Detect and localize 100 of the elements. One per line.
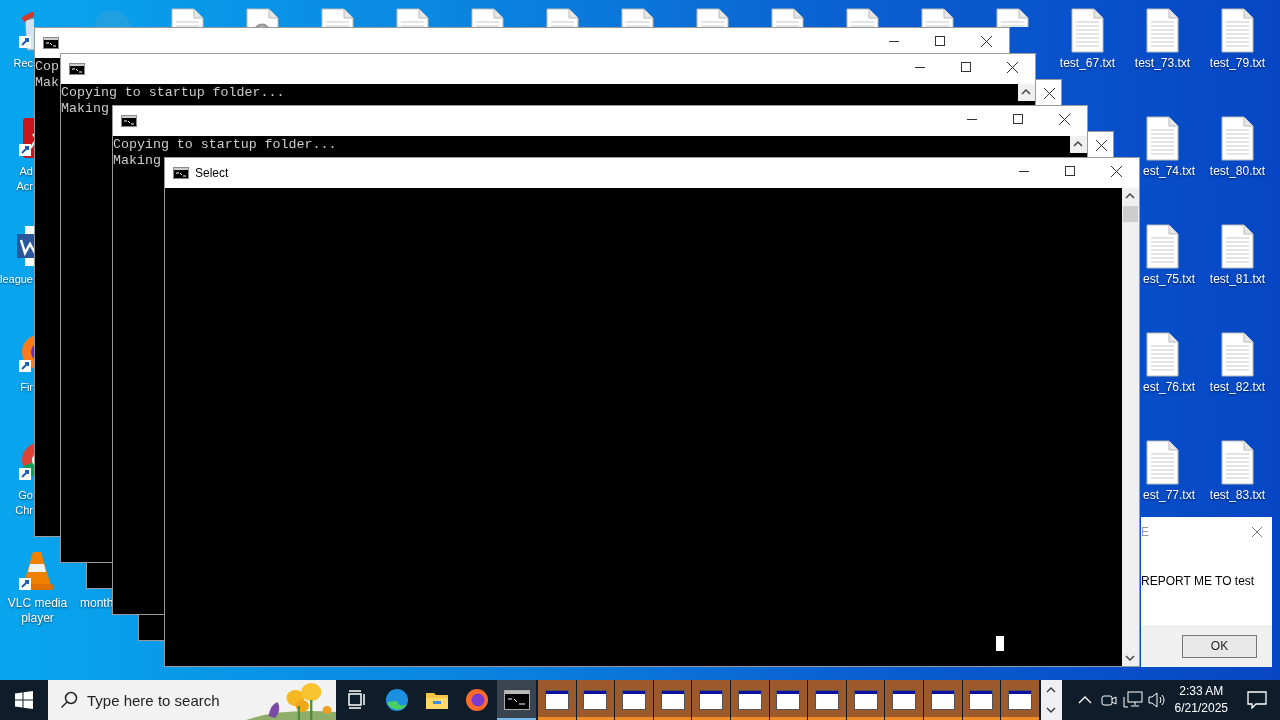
text-file-icon[interactable] — [1221, 440, 1254, 485]
window-button[interactable] — [1001, 680, 1039, 720]
folder-icon — [424, 690, 449, 710]
clock-button[interactable]: 2:33 AM 6/21/2025 — [1168, 680, 1234, 720]
icon-label: est_74.txt — [1142, 164, 1195, 179]
text-file-icon[interactable] — [1221, 332, 1254, 377]
window-button[interactable] — [538, 680, 576, 720]
text-file-icon[interactable] — [1071, 8, 1104, 53]
text-file-icon[interactable] — [1221, 8, 1254, 53]
window-button[interactable] — [692, 680, 730, 720]
scroll-up-icon[interactable] — [1018, 84, 1035, 101]
camera-icon — [1099, 692, 1118, 708]
icon-label: league — [0, 272, 33, 287]
icon-label: test_73.txt — [1133, 56, 1192, 71]
text-file-icon[interactable] — [1221, 224, 1254, 269]
window-button[interactable] — [885, 680, 923, 720]
text-file-icon[interactable] — [396, 8, 429, 27]
window-icon — [969, 690, 994, 710]
window-icon — [544, 690, 569, 710]
icon-label: est_76.txt — [1142, 380, 1195, 395]
window-button[interactable] — [962, 680, 1001, 720]
window-icon — [583, 690, 608, 710]
maximize-icon — [935, 36, 945, 46]
close-icon — [1095, 139, 1107, 151]
window-button[interactable] — [808, 680, 846, 720]
window-icon — [892, 690, 917, 710]
speech-bubble-icon — [1247, 691, 1267, 709]
task-view-icon — [346, 690, 367, 710]
icon-label: Go Chr — [15, 488, 33, 518]
icon-label: Fir — [20, 380, 33, 395]
window-icon — [622, 690, 646, 710]
settings-file-icon[interactable] — [246, 8, 279, 27]
console-line: Making — [61, 101, 109, 117]
console-button[interactable] — [497, 680, 536, 720]
scrollbar[interactable] — [1122, 188, 1139, 666]
browser-icon — [384, 688, 409, 712]
console-icon — [503, 690, 530, 710]
window-button[interactable] — [653, 680, 692, 720]
icon-label: Ad Acr — [16, 164, 33, 194]
icon-label: test_82.txt — [1208, 380, 1267, 395]
close-icon — [1251, 526, 1263, 538]
scroll-thumb[interactable] — [1123, 206, 1138, 222]
console-line: Copying to startup folder... — [61, 85, 285, 101]
window-icon — [699, 690, 724, 710]
text-file-icon[interactable] — [921, 8, 954, 27]
window-button[interactable] — [769, 680, 808, 720]
console-icon — [69, 63, 85, 75]
dialog-message: REPORT ME TO test — [1141, 574, 1256, 588]
close-icon — [980, 35, 992, 47]
network-icon — [1122, 691, 1143, 709]
close-icon — [1006, 61, 1018, 73]
dialog-title: E — [1141, 525, 1149, 539]
browser-icon — [464, 688, 489, 712]
text-file-icon[interactable] — [321, 8, 354, 27]
text-file-icon[interactable] — [1146, 332, 1179, 377]
text-file-icon[interactable] — [546, 8, 579, 27]
caret-down-icon — [1046, 707, 1057, 713]
window-button[interactable] — [846, 680, 885, 720]
console-line: Making — [113, 153, 161, 169]
window-icon — [660, 690, 685, 710]
text-file-icon[interactable] — [171, 8, 204, 27]
speaker-icon — [1146, 691, 1167, 709]
maximize-icon — [1013, 114, 1023, 124]
icon-label: test_81.txt — [1208, 272, 1267, 287]
text-file-icon[interactable] — [696, 8, 729, 27]
window-button[interactable] — [576, 680, 615, 720]
icon-label: VLC media player — [6, 596, 69, 626]
icon-label: test_67.txt — [1058, 56, 1117, 71]
window-button[interactable] — [615, 680, 653, 720]
console-line: Mak — [35, 75, 59, 91]
window-button[interactable] — [923, 680, 962, 720]
text-file-icon[interactable] — [771, 8, 804, 27]
icon-label: test_80.txt — [1208, 164, 1267, 179]
icon-label: test_83.txt — [1208, 488, 1267, 503]
chevron-up-icon — [1077, 696, 1092, 704]
text-file-icon[interactable] — [846, 8, 879, 27]
search-icon — [60, 691, 78, 709]
close-icon — [1058, 113, 1070, 125]
text-file-icon[interactable] — [1146, 116, 1179, 161]
text-file-icon[interactable] — [1146, 224, 1179, 269]
console-line: Copying to startup folder... — [113, 137, 337, 153]
text-file-icon[interactable] — [621, 8, 654, 27]
window-icon — [814, 690, 839, 710]
icon-label: test_79.txt — [1208, 56, 1267, 71]
icon-label: Rec — [13, 56, 33, 71]
console-icon — [121, 115, 137, 127]
ok-button[interactable]: OK — [1182, 634, 1257, 658]
text-file-icon[interactable] — [1146, 440, 1179, 485]
text-file-icon[interactable] — [471, 8, 504, 27]
window-icon — [737, 690, 762, 710]
text-file-icon[interactable] — [996, 8, 1029, 27]
maximize-icon — [1065, 166, 1075, 176]
window-icon — [776, 690, 801, 710]
window-button[interactable] — [730, 680, 769, 720]
text-file-icon[interactable] — [1221, 116, 1254, 161]
caret-up-icon — [1046, 687, 1057, 693]
window-title: Select — [195, 166, 229, 180]
text-file-icon[interactable] — [1146, 8, 1179, 53]
scroll-up-icon[interactable] — [1070, 136, 1087, 153]
icon-label: est_77.txt — [1142, 488, 1195, 503]
